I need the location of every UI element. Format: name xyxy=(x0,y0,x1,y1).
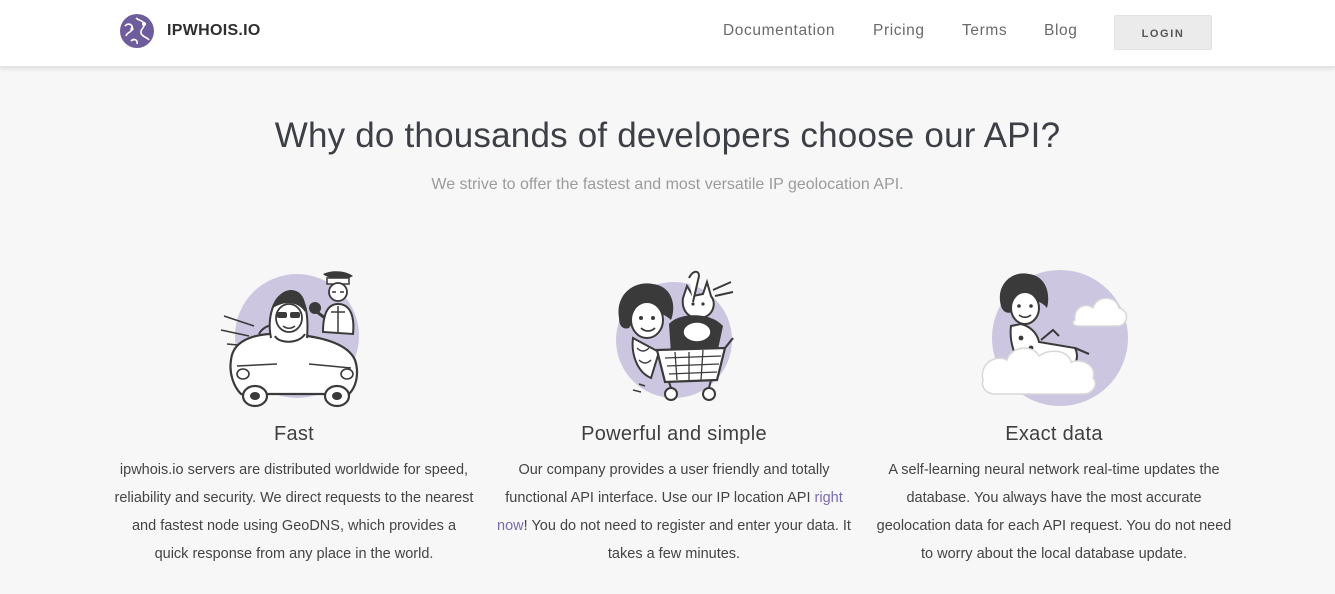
page-title: Why do thousands of developers choose ou… xyxy=(274,116,1061,155)
shopping-cart-illustration xyxy=(616,270,734,401)
brand-name: IPWHOIS.IO xyxy=(167,22,261,39)
nav-link-terms[interactable]: Terms xyxy=(962,22,1007,40)
feature-description: A self-learning neural network real-time… xyxy=(876,462,1232,562)
feature-title: Powerful and simple xyxy=(581,423,767,445)
login-button[interactable]: LOGIN xyxy=(1114,15,1212,50)
globe-logo-icon xyxy=(120,14,154,48)
feature-exact-data: Exact data A self-learning neural networ… xyxy=(874,268,1234,568)
feature-description: ipwhois.io servers are distributed world… xyxy=(114,462,474,562)
nav-link-documentation[interactable]: Documentation xyxy=(723,22,835,40)
logo[interactable]: IPWHOIS.IO xyxy=(119,13,261,49)
feature-description-text: ! You do not need to register and enter … xyxy=(523,518,851,562)
nav-link-blog[interactable]: Blog xyxy=(1044,22,1077,40)
convertible-car-illustration xyxy=(220,271,359,408)
feature-fast: Fast ipwhois.io servers are distributed … xyxy=(114,268,474,568)
nav-link-pricing[interactable]: Pricing xyxy=(873,22,925,40)
feature-title: Exact data xyxy=(1005,423,1103,445)
feature-description: Our company provides a user friendly and… xyxy=(494,456,854,568)
feature-powerful-and-simple: Powerful and simple Our company provides… xyxy=(494,268,854,568)
site-header: IPWHOIS.IO Documentation Pricing Terms B… xyxy=(0,0,1335,67)
cloud-illustration xyxy=(981,270,1128,406)
page-subtitle: We strive to offer the fastest and most … xyxy=(431,176,904,193)
feature-description-text: Our company provides a user friendly and… xyxy=(505,462,830,506)
feature-title: Fast xyxy=(273,423,315,445)
